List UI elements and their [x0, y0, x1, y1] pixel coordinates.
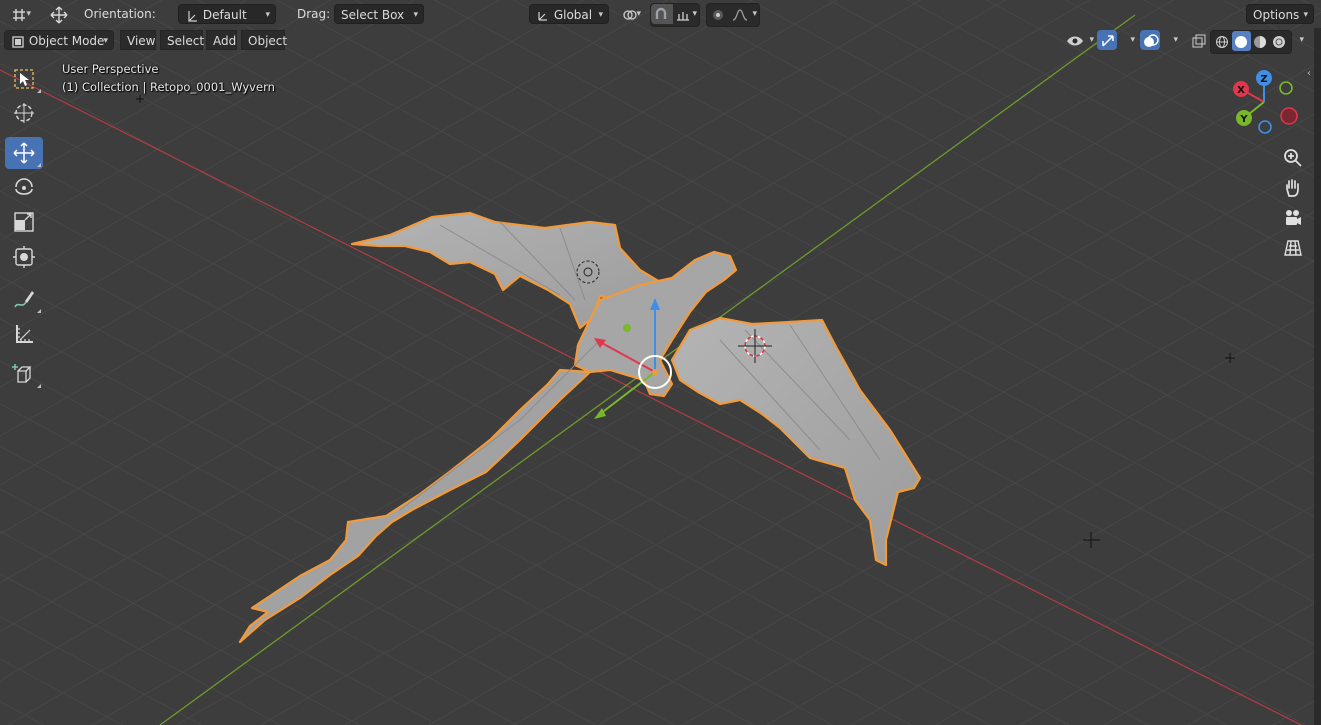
mode-value: Object Mode — [28, 34, 105, 48]
tool-settings-header: ▾ Orientation: Default ▾ Drag: Select Box… — [0, 0, 1321, 28]
menu-view[interactable]: View — [120, 30, 156, 50]
solid-sphere-icon — [1235, 35, 1247, 48]
transform-orientation-value: Global — [553, 8, 593, 22]
drag-value: Select Box — [341, 8, 405, 22]
rendered-shading-button[interactable] — [1270, 31, 1289, 51]
snap-target-dropdown[interactable]: ▾ — [673, 4, 699, 24]
drag-label: Drag: — [297, 7, 331, 21]
sidebar-expand-icon[interactable]: ‹ — [1307, 68, 1311, 79]
editor-type-button[interactable]: ▾ — [4, 4, 36, 24]
tool-rotate[interactable] — [5, 171, 43, 203]
3d-viewport[interactable] — [0, 0, 1321, 725]
hand-icon — [1286, 179, 1299, 197]
scale-icon — [14, 212, 34, 232]
pan-button[interactable] — [1280, 175, 1306, 201]
measure-icon — [16, 325, 33, 343]
snap-increment-icon — [677, 11, 689, 21]
orientation-icon — [188, 10, 197, 22]
cursor-icon — [14, 103, 34, 123]
proportional-edit-toggle[interactable] — [707, 4, 729, 24]
options-label: Options — [1253, 8, 1300, 22]
zoom-button[interactable] — [1280, 145, 1306, 171]
move-tool-icon-button[interactable] — [44, 4, 72, 24]
rendered-sphere-icon — [1273, 35, 1285, 48]
gizmo-y-label: Y — [1239, 114, 1248, 125]
view-name: User Perspective — [62, 62, 159, 76]
proportional-icon — [713, 9, 723, 20]
global-axes-icon — [538, 11, 547, 21]
gizmo-arrow-icon — [1102, 34, 1114, 47]
proportional-edit-group: ▾ — [706, 3, 760, 27]
tool-measure[interactable] — [5, 318, 43, 350]
shading-options-dropdown[interactable]: ▾ — [1290, 30, 1308, 50]
overlays-toggle[interactable]: ▾ — [1140, 30, 1178, 50]
gizmo-x-label: X — [1237, 85, 1245, 96]
menu-object[interactable]: Object — [241, 30, 287, 50]
wireframe-icon — [1216, 35, 1228, 48]
mode-dropdown[interactable]: Object Mode ▾ — [4, 30, 114, 50]
pivot-point-dropdown[interactable]: ▾ — [616, 4, 646, 24]
move-icon — [50, 6, 68, 23]
select-box-icon — [14, 69, 34, 89]
transform-icon — [13, 246, 35, 268]
gizmo-toggle[interactable]: ▾ — [1097, 30, 1135, 50]
overlays-icon — [1144, 33, 1159, 47]
rotate-icon — [15, 178, 33, 195]
blender-window: ▾ Orientation: Default ▾ Drag: Select Box… — [0, 0, 1321, 725]
tool-annotate[interactable] — [5, 283, 43, 315]
snap-group: ▾ — [650, 3, 700, 27]
annotate-icon — [14, 291, 34, 308]
menu-select[interactable]: Select — [160, 30, 204, 50]
camera-view-button[interactable] — [1280, 205, 1306, 231]
orientation-dropdown[interactable]: Default ▾ — [178, 4, 276, 24]
snap-toggle[interactable] — [651, 4, 673, 24]
orientation-value: Default — [202, 8, 247, 22]
drag-dropdown[interactable]: Select Box ▾ — [334, 4, 424, 24]
material-shading-button[interactable] — [1251, 31, 1270, 51]
xray-toggle[interactable] — [1186, 30, 1208, 50]
region-divider — [1314, 28, 1321, 725]
camera-icon — [1286, 210, 1301, 225]
transform-orientation-dropdown[interactable]: Global ▾ — [529, 4, 609, 24]
viewport-header: Object Mode ▾ View Select Add Object ▾ ▾ … — [0, 28, 1321, 56]
grid-perspective-icon — [1284, 240, 1302, 256]
menu-add[interactable]: Add — [206, 30, 237, 50]
solid-shading-button[interactable] — [1232, 31, 1251, 51]
gizmo-z-label: Z — [1260, 74, 1267, 85]
falloff-dropdown[interactable]: ▾ — [729, 4, 759, 24]
visibility-dropdown[interactable]: ▾ — [1060, 30, 1094, 50]
toolbar — [5, 61, 43, 392]
magnet-icon — [655, 7, 667, 19]
xray-icon — [1192, 34, 1206, 47]
shading-group — [1210, 30, 1292, 54]
options-dropdown[interactable]: Options ▾ — [1246, 4, 1314, 24]
object-mode-icon — [12, 35, 24, 48]
tool-scale[interactable] — [5, 206, 43, 238]
ortho-toggle-button[interactable] — [1280, 235, 1306, 261]
falloff-curve-icon — [732, 8, 748, 21]
collection-info: (1) Collection | Retopo_0001_Wyvern — [62, 80, 275, 94]
tool-cursor[interactable] — [5, 97, 43, 129]
editor-type-icon — [13, 8, 25, 21]
material-sphere-icon — [1254, 35, 1266, 48]
tool-select-box[interactable] — [5, 63, 43, 95]
orientation-label: Orientation: — [84, 7, 156, 21]
move-icon — [13, 142, 35, 164]
eye-icon — [1067, 36, 1083, 45]
zoom-icon — [1284, 149, 1302, 167]
tool-transform[interactable] — [5, 241, 43, 273]
add-cube-icon — [12, 364, 32, 383]
wireframe-shading-button[interactable] — [1213, 31, 1232, 51]
navigation-gizmo[interactable]: Z X Y — [1225, 68, 1305, 138]
tool-add-cube[interactable] — [5, 358, 43, 390]
tool-move[interactable] — [5, 137, 43, 169]
